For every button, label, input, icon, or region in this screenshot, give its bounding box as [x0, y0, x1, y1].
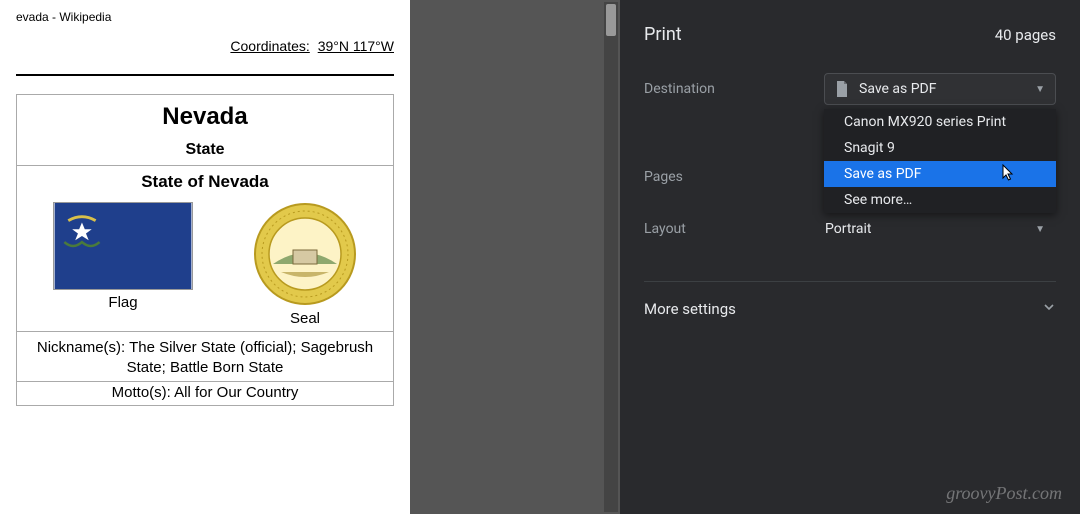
infobox-subtitle: State [17, 135, 393, 165]
divider [16, 74, 394, 76]
destination-option-save-as-pdf[interactable]: Save as PDF [824, 161, 1056, 187]
infobox: Nevada State State of Nevada Flag [16, 94, 394, 406]
page-header-title: evada - Wikipedia [16, 10, 394, 30]
chevron-down-icon [1042, 300, 1056, 318]
pages-label: Pages [644, 169, 824, 185]
layout-row: Layout Portrait ▼ [644, 213, 1056, 245]
preview-scrollbar[interactable] [604, 2, 618, 512]
destination-option-save-as-pdf-label: Save as PDF [844, 166, 922, 182]
nevada-flag-icon [53, 202, 193, 290]
page-count: 40 pages [995, 26, 1056, 44]
more-settings-label: More settings [644, 300, 736, 318]
layout-select[interactable]: Portrait ▼ [824, 213, 1056, 245]
seal-cell: Seal [253, 202, 357, 331]
motto-text: Motto(s): All for Our Country [17, 382, 393, 405]
more-settings-toggle[interactable]: More settings [644, 281, 1056, 318]
cursor-icon [1002, 164, 1016, 182]
panel-title: Print [644, 24, 682, 45]
flag-cell: Flag [53, 202, 193, 331]
infobox-title: Nevada [17, 95, 393, 135]
document-icon [835, 81, 849, 97]
coordinates-label: Coordinates: [230, 38, 309, 54]
destination-option-see-more[interactable]: See more… [824, 187, 1056, 213]
flag-label: Flag [108, 290, 137, 315]
destination-label: Destination [644, 81, 824, 97]
destination-row: Destination Save as PDF ▼ Canon MX920 se… [644, 73, 1056, 105]
watermark: groovyPost.com [946, 483, 1062, 504]
infobox-fullname: State of Nevada [17, 166, 393, 202]
print-preview-area: evada - Wikipedia Coordinates: 39°N 117°… [0, 0, 620, 514]
seal-label: Seal [290, 306, 320, 331]
layout-selected-value: Portrait [825, 221, 871, 237]
chevron-down-icon: ▼ [1035, 84, 1045, 95]
coordinates-line: Coordinates: 39°N 117°W [16, 38, 394, 54]
print-settings-panel: Print 40 pages Destination Save as PDF ▼… [620, 0, 1080, 514]
destination-selected-value: Save as PDF [859, 81, 937, 97]
destination-option-canon[interactable]: Canon MX920 series Print [824, 109, 1056, 135]
nevada-seal-icon [253, 202, 357, 306]
scroll-thumb[interactable] [606, 4, 616, 36]
destination-option-snagit[interactable]: Snagit 9 [824, 135, 1056, 161]
chevron-down-icon: ▼ [1035, 224, 1045, 235]
preview-page: evada - Wikipedia Coordinates: 39°N 117°… [0, 0, 410, 514]
layout-label: Layout [644, 221, 824, 237]
destination-dropdown: Canon MX920 series Print Snagit 9 Save a… [824, 109, 1056, 213]
destination-select[interactable]: Save as PDF ▼ [824, 73, 1056, 105]
nicknames-text: Nickname(s): The Silver State (official)… [17, 332, 393, 381]
coordinates-value: 39°N 117°W [318, 38, 394, 54]
